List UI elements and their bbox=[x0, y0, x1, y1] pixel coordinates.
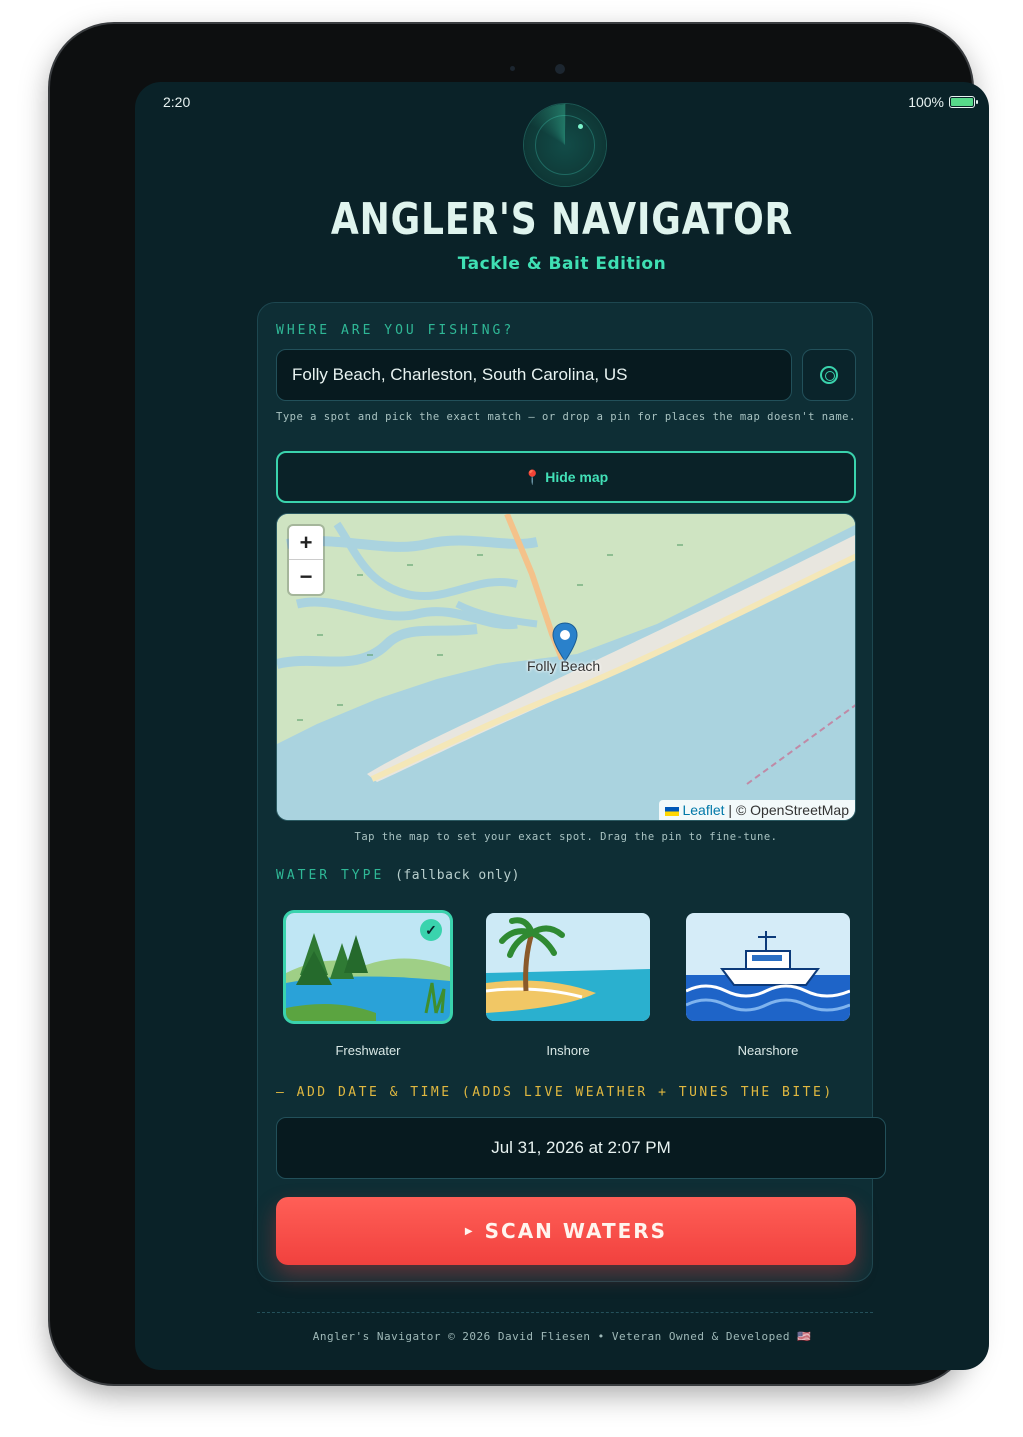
map-hint: Tap the map to set your exact spot. Drag… bbox=[354, 831, 778, 843]
sensor-dot bbox=[510, 66, 515, 71]
search-card: WHERE ARE YOU FISHING? Folly Beach, Char… bbox=[257, 302, 886, 1282]
app-subtitle: Tackle & Bait Edition bbox=[457, 254, 667, 274]
footer-divider bbox=[257, 1312, 873, 1313]
play-icon: ▶ bbox=[464, 1225, 475, 1237]
battery-percent: 100% bbox=[908, 94, 944, 110]
date-time-input[interactable]: Jul 31, 2026 at 2:07 PM bbox=[276, 1117, 886, 1179]
zoom-in-button[interactable]: + bbox=[289, 526, 323, 560]
front-camera bbox=[555, 64, 565, 74]
scan-waters-label: SCAN WATERS bbox=[484, 1219, 668, 1243]
app-title: ANGLER'S NAVIGATOR bbox=[330, 194, 794, 245]
status-battery: 100% bbox=[908, 94, 978, 110]
pin-icon: 📍 bbox=[523, 468, 542, 485]
leaflet-link[interactable]: Leaflet bbox=[682, 802, 724, 818]
date-time-value: Jul 31, 2026 at 2:07 PM bbox=[491, 1138, 671, 1157]
freshwater-image: ✓ bbox=[286, 913, 450, 1021]
selected-check-icon: ✓ bbox=[420, 919, 442, 941]
zoom-out-button[interactable]: − bbox=[289, 560, 323, 594]
water-option-label: Inshore bbox=[546, 1043, 590, 1058]
water-type-label: WATER TYPE (fallback only) bbox=[276, 868, 520, 883]
water-option-freshwater[interactable]: ✓ Freshwater bbox=[286, 913, 450, 1058]
water-type-title: WATER TYPE bbox=[276, 868, 385, 883]
map-view[interactable]: Folly Beach + − Leaflet | © OpenStreetMa… bbox=[276, 513, 856, 821]
crosshair-icon bbox=[820, 366, 838, 384]
battery-icon bbox=[949, 96, 978, 108]
inshore-image bbox=[486, 913, 650, 1021]
water-option-inshore[interactable]: Inshore bbox=[486, 913, 650, 1058]
location-label: WHERE ARE YOU FISHING? bbox=[276, 323, 515, 338]
water-option-label: Freshwater bbox=[335, 1043, 401, 1058]
hide-map-label: Hide map bbox=[545, 469, 609, 485]
osm-link[interactable]: © OpenStreetMap bbox=[736, 802, 849, 818]
water-type-sublabel: (fallback only) bbox=[395, 868, 521, 883]
water-option-label: Nearshore bbox=[737, 1043, 799, 1058]
ukraine-flag-icon bbox=[665, 806, 680, 816]
add-date-time-toggle[interactable]: — ADD DATE & TIME (ADDS LIVE WEATHER + T… bbox=[276, 1085, 834, 1100]
tablet-frame: 2:20 100% ANGLER'S NAVIGATOR Tackle & Ba… bbox=[50, 24, 989, 1384]
location-input[interactable]: Folly Beach, Charleston, South Carolina,… bbox=[276, 349, 792, 401]
location-hint: Type a spot and pick the exact match — o… bbox=[276, 411, 856, 423]
map-zoom-controls: + − bbox=[289, 526, 323, 594]
footer-text: Angler's Navigator © 2026 David Fliesen … bbox=[312, 1330, 812, 1343]
location-input-value: Folly Beach, Charleston, South Carolina,… bbox=[292, 365, 628, 384]
water-option-nearshore[interactable]: Nearshore bbox=[686, 913, 850, 1058]
status-time: 2:20 bbox=[163, 94, 191, 110]
hide-map-button[interactable]: 📍 Hide map bbox=[276, 451, 856, 503]
app-screen: 2:20 100% ANGLER'S NAVIGATOR Tackle & Ba… bbox=[135, 82, 989, 1370]
map-place-label: Folly Beach bbox=[527, 658, 601, 674]
radar-logo-icon bbox=[524, 104, 606, 186]
map-attribution: Leaflet | © OpenStreetMap bbox=[659, 800, 855, 820]
nearshore-image bbox=[686, 913, 850, 1021]
locate-me-button[interactable] bbox=[802, 349, 856, 401]
scan-waters-button[interactable]: ▶ SCAN WATERS bbox=[276, 1197, 856, 1265]
